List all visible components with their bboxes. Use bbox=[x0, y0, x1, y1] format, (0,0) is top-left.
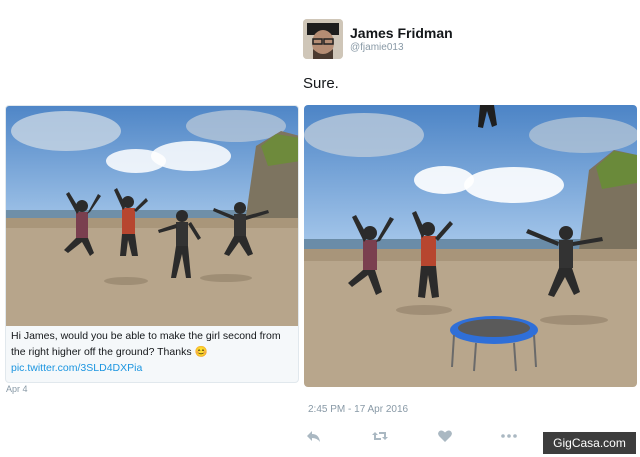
original-tweet-card[interactable]: Hi James, would you be able to make the … bbox=[5, 105, 299, 383]
original-photo[interactable] bbox=[6, 106, 298, 326]
like-icon bbox=[438, 430, 452, 442]
original-tweet-date: Apr 4 bbox=[6, 384, 28, 394]
retweet-icon bbox=[372, 432, 388, 440]
reply-photo[interactable] bbox=[304, 105, 637, 387]
original-photo-link[interactable]: pic.twitter.com/3SLD4DXPia bbox=[11, 362, 142, 374]
avatar[interactable] bbox=[303, 19, 343, 59]
reply-button[interactable] bbox=[305, 428, 323, 444]
retweet-button[interactable] bbox=[371, 428, 389, 444]
original-caption: Hi James, would you be able to make the … bbox=[11, 330, 281, 358]
reply-icon bbox=[307, 431, 320, 442]
watermark-logo: GigCasa.com bbox=[543, 432, 636, 454]
original-tweet-text: Hi James, would you be able to make the … bbox=[11, 328, 297, 360]
profile-avatar-image bbox=[303, 19, 343, 59]
beach-jump-photo-original bbox=[6, 106, 298, 326]
reply-timestamp[interactable]: 2:45 PM - 17 Apr 2016 bbox=[308, 404, 408, 415]
reply-tweet-text: Sure. bbox=[303, 75, 339, 92]
author-handle[interactable]: @fjamie013 bbox=[350, 42, 404, 53]
more-button[interactable] bbox=[500, 428, 518, 444]
like-button[interactable] bbox=[436, 428, 454, 444]
more-icon bbox=[501, 434, 517, 438]
author-name[interactable]: James Fridman bbox=[350, 25, 453, 41]
smile-emoji: 😊 bbox=[194, 346, 208, 358]
beach-jump-photo-edited bbox=[304, 105, 637, 387]
